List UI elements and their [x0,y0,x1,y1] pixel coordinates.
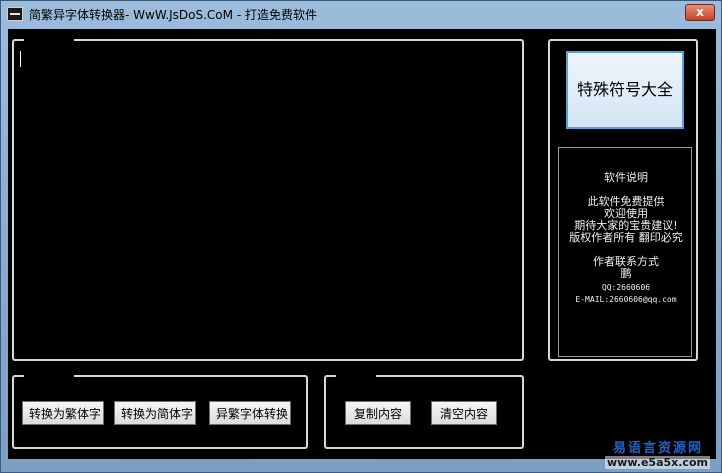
group-tab [24,373,74,379]
watermark-title: 易语言资源网 [613,441,704,456]
to-simplified-button[interactable]: 转换为简体字 [114,401,196,425]
author-email: E-MAIL:2660606@qq.com [575,295,677,304]
text-cursor [20,51,21,67]
author-qq: QQ:2660606 [601,283,651,292]
app-icon [7,7,23,21]
window-title: 简繁异字体转换器- WwW.JsDoS.CoM - 打造免费软件 [29,8,317,22]
author-name: 鹏 [620,267,632,280]
special-symbols-button[interactable]: 特殊符号大全 [566,51,684,129]
close-button[interactable]: x [685,4,715,21]
clear-content-button[interactable]: 清空内容 [431,401,497,425]
title-bar[interactable]: 简繁异字体转换器- WwW.JsDoS.CoM - 打造免费软件 x [1,1,721,28]
group-tab [24,37,74,43]
variant-convert-button[interactable]: 异繁字体转换 [209,401,291,425]
to-traditional-button[interactable]: 转换为繁体字 [22,401,104,425]
info-heading: 软件说明 [604,171,648,184]
group-tab [336,373,376,379]
info-line-4: 版权作者所有 翻印必究 [569,231,683,244]
copy-content-button[interactable]: 复制内容 [345,401,411,425]
text-editor-group [12,37,524,361]
software-info: 软件说明 此软件免费提供 欢迎使用 期待大家的宝贵建议! 版权作者所有 翻印必究… [558,147,692,357]
client-area: 特殊符号大全 软件说明 此软件免费提供 欢迎使用 期待大家的宝贵建议! 版权作者… [8,29,716,459]
watermark-url: www.e5a5x.com [605,456,710,469]
app-window: 简繁异字体转换器- WwW.JsDoS.CoM - 打造免费软件 x 特殊符号大… [0,0,722,473]
text-editor[interactable] [16,49,520,357]
